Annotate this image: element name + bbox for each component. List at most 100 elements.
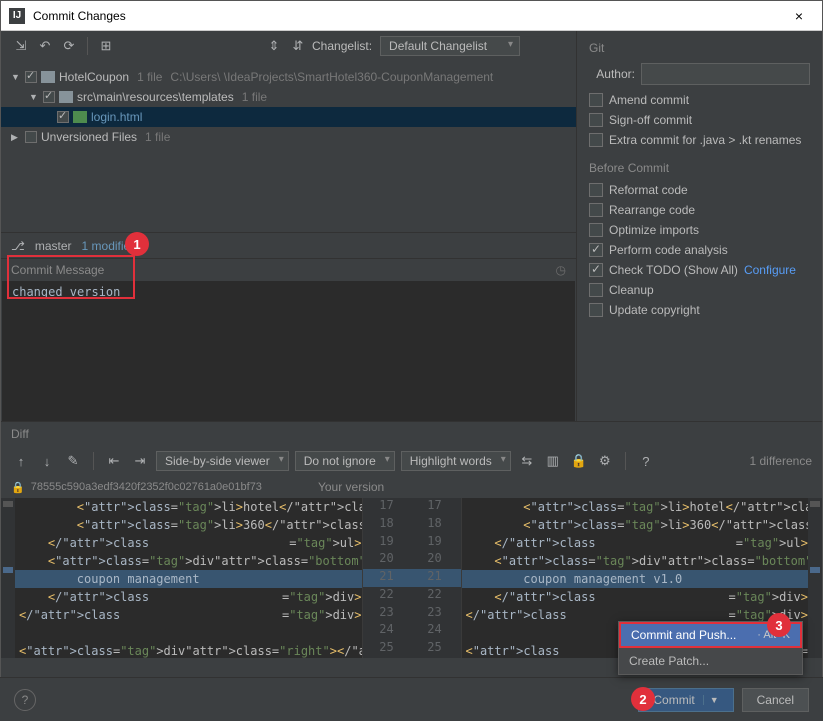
copyright-checkbox[interactable]	[589, 303, 603, 317]
chevron-down-icon[interactable]: ▼	[703, 695, 719, 705]
rearrange-checkbox[interactable]	[589, 203, 603, 217]
help-icon[interactable]: ?	[636, 451, 656, 471]
annotation-badge-3: 3	[767, 613, 791, 637]
analysis-checkbox[interactable]	[589, 243, 603, 257]
diff-line	[15, 624, 362, 642]
separator	[87, 37, 88, 55]
collapse-unchanged-icon[interactable]: ⇆	[517, 451, 537, 471]
lock-icon[interactable]: 🔒	[569, 451, 589, 471]
before-commit-label: Before Commit	[589, 161, 810, 175]
diff-line: <"attr">class="tag">li>hotel</"attr">cla…	[15, 498, 362, 516]
refresh-icon[interactable]: ⟳	[59, 36, 79, 56]
next-file-icon[interactable]: ⇥	[130, 451, 150, 471]
tree-label: HotelCoupon	[59, 70, 129, 84]
next-diff-icon[interactable]: ↓	[37, 451, 57, 471]
diff-line: <"attr">class="tag">li>360</"attr">class…	[462, 516, 809, 534]
copyright-label: Update copyright	[609, 303, 700, 317]
app-icon: IJ	[9, 8, 25, 24]
branch-bar: ⎇ master 1 modified	[1, 232, 576, 258]
title-bar: IJ Commit Changes ×	[1, 1, 822, 31]
cleanup-label: Cleanup	[609, 283, 654, 297]
diff-line: </"attr">class="tag">div>	[15, 606, 362, 624]
html-file-icon	[73, 111, 87, 123]
show-diff-icon[interactable]: ⇲	[11, 36, 31, 56]
create-patch-item[interactable]: Create Patch...	[619, 648, 802, 674]
cancel-button[interactable]: Cancel	[742, 688, 809, 712]
signoff-label: Sign-off commit	[609, 113, 692, 127]
tree-label: Unversioned Files	[41, 130, 137, 144]
amend-label: Amend commit	[609, 93, 689, 107]
changelist-label: Changelist:	[312, 39, 372, 53]
checkbox[interactable]	[25, 71, 37, 83]
revert-icon[interactable]: ↶	[35, 36, 55, 56]
highlight-combo[interactable]: Highlight words	[401, 451, 511, 471]
group-by-icon[interactable]: ⊞	[96, 36, 116, 56]
tree-count: 1 file	[137, 70, 162, 84]
chevron-down-icon[interactable]: ▼	[29, 92, 39, 102]
chevron-right-icon[interactable]: ▶	[11, 132, 21, 143]
tree-filename: login.html	[91, 110, 142, 124]
help-button[interactable]: ?	[14, 689, 36, 711]
expand-icon[interactable]: ⇕	[264, 36, 284, 56]
diff-line: <"attr">class="tag">div "attr">class="bo…	[15, 552, 362, 570]
todo-checkbox[interactable]	[589, 263, 603, 277]
right-gutter	[808, 498, 822, 658]
diff-label: Diff	[11, 427, 29, 441]
window-title: Commit Changes	[33, 9, 784, 23]
changes-toolbar: ⇲ ↶ ⟳ ⊞ ⇕ ⇵ Changelist: Default Changeli…	[1, 31, 576, 61]
branch-icon: ⎇	[11, 239, 25, 253]
tree-count: 1 file	[242, 90, 267, 104]
history-icon[interactable]: ◷	[556, 263, 566, 277]
diff-file-bar: 🔒 78555c590a3edf3420f2352f0c02761a0e01bf…	[1, 476, 822, 498]
diff-line: </"attr">class="tag">div>	[462, 588, 809, 606]
edit-icon[interactable]: ✎	[63, 451, 83, 471]
commit-message-label: Commit Message	[11, 263, 104, 277]
extra-commit-label: Extra commit for .java > .kt renames	[609, 133, 801, 147]
prev-diff-icon[interactable]: ↑	[11, 451, 31, 471]
settings-icon[interactable]: ⚙	[595, 451, 615, 471]
collapse-icon[interactable]: ⇵	[288, 36, 308, 56]
diff-line: coupon management	[15, 570, 362, 588]
amend-checkbox[interactable]	[589, 93, 603, 107]
checkbox[interactable]	[57, 111, 69, 123]
analysis-label: Perform code analysis	[609, 243, 728, 257]
diff-line: coupon management v1.0	[462, 570, 809, 588]
checkbox[interactable]	[25, 131, 37, 143]
checkbox[interactable]	[43, 91, 55, 103]
rearrange-label: Rearrange code	[609, 203, 695, 217]
author-label: Author:	[589, 67, 635, 81]
diff-toolbar: ↑ ↓ ✎ ⇤ ⇥ Side-by-side viewer Do not ign…	[1, 446, 822, 476]
diff-line: <"attr">class="tag">li>hotel</"attr">cla…	[462, 498, 809, 516]
diff-line: <"attr">class="tag">div "attr">class="bo…	[462, 552, 809, 570]
configure-link[interactable]: Configure	[744, 263, 796, 277]
commit-message-input[interactable]: changed version	[2, 281, 575, 421]
chevron-down-icon[interactable]: ▼	[11, 72, 21, 82]
diff-left-pane[interactable]: <"attr">class="tag">li>hotel</"attr">cla…	[15, 498, 362, 658]
reformat-label: Reformat code	[609, 183, 688, 197]
prev-file-icon[interactable]: ⇤	[104, 451, 124, 471]
sync-scroll-icon[interactable]: ▥	[543, 451, 563, 471]
changes-tree: ▼ HotelCoupon 1 file C:\Users\ \IdeaProj…	[1, 61, 576, 232]
extra-commit-checkbox[interactable]	[589, 133, 603, 147]
optimize-checkbox[interactable]	[589, 223, 603, 237]
diff-line: </"attr">class="tag">ul>	[15, 534, 362, 552]
tree-folder[interactable]: ▼ src\main\resources\templates 1 file	[1, 87, 576, 107]
optimize-label: Optimize imports	[609, 223, 699, 237]
commit-message-header: Commit Message ◷	[1, 259, 576, 281]
tree-count: 1 file	[145, 130, 170, 144]
author-input[interactable]	[641, 63, 810, 85]
tree-root[interactable]: ▼ HotelCoupon 1 file C:\Users\ \IdeaProj…	[1, 67, 576, 87]
diff-line: <"attr">class="tag">div "attr">class="ri…	[15, 642, 362, 658]
changelist-combo[interactable]: Default Changelist	[380, 36, 520, 56]
cleanup-checkbox[interactable]	[589, 283, 603, 297]
signoff-checkbox[interactable]	[589, 113, 603, 127]
tree-file[interactable]: login.html	[1, 107, 576, 127]
tree-path: C:\Users\ \IdeaProjects\SmartHotel360-Co…	[170, 70, 493, 84]
left-gutter	[1, 498, 15, 658]
tree-unversioned[interactable]: ▶ Unversioned Files 1 file	[1, 127, 576, 147]
close-icon[interactable]: ×	[784, 8, 814, 24]
git-section-label: Git	[589, 41, 810, 55]
reformat-checkbox[interactable]	[589, 183, 603, 197]
ignore-combo[interactable]: Do not ignore	[295, 451, 395, 471]
viewer-combo[interactable]: Side-by-side viewer	[156, 451, 289, 471]
